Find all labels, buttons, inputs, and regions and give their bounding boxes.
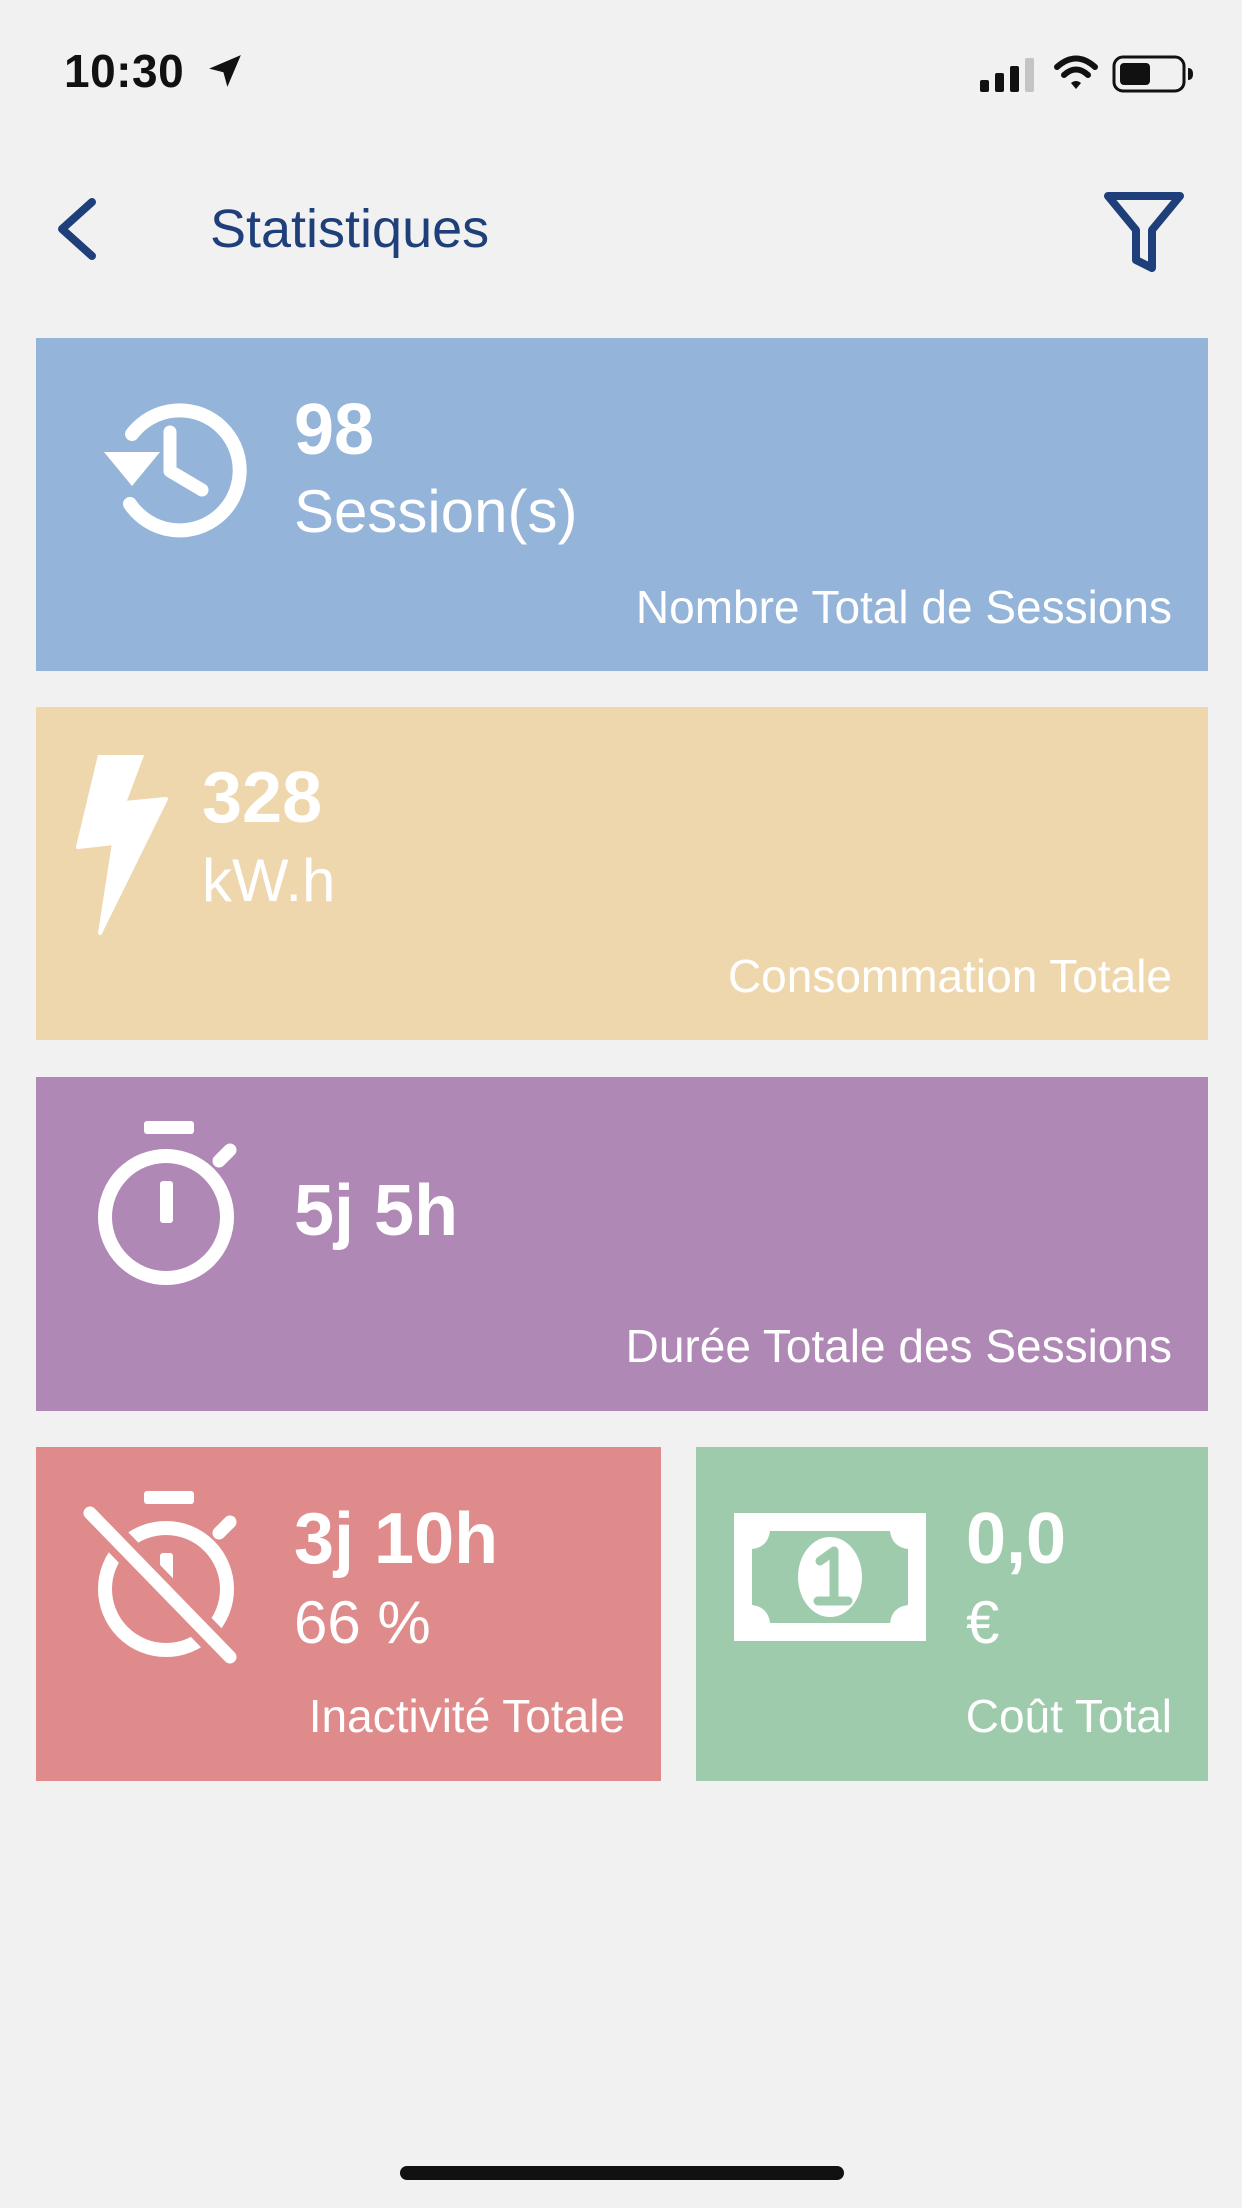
statistics-screen: 10:30 Statistiques 98 Session(s) Nombre … <box>0 0 1242 2208</box>
idle-percent: 66 % <box>294 1589 431 1656</box>
banknote-icon <box>734 1513 926 1641</box>
cost-currency: € <box>966 1589 1000 1656</box>
battery-icon <box>1112 55 1193 93</box>
history-icon <box>104 403 247 538</box>
stopwatch-off-icon <box>80 1491 244 1667</box>
cost-label: Coût Total <box>965 1690 1172 1742</box>
status-time: 10:30 <box>64 45 185 97</box>
sessions-value: 98 <box>294 390 375 470</box>
idle-card[interactable]: 3j 10h 66 % Inactivité Totale <box>36 1447 661 1781</box>
nav-bar: Statistiques <box>0 170 1242 290</box>
energy-label: Consommation Totale <box>727 950 1172 1002</box>
sessions-card[interactable]: 98 Session(s) Nombre Total de Sessions <box>36 338 1208 671</box>
energy-value: 328 <box>202 758 323 838</box>
lightning-bolt-icon <box>76 755 168 935</box>
duration-value: 5j 5h <box>294 1171 459 1251</box>
filter-button[interactable] <box>1100 186 1188 278</box>
idle-label: Inactivité Totale <box>308 1690 625 1742</box>
wifi-icon <box>1054 55 1098 89</box>
signal-icon <box>980 58 1034 92</box>
cost-value: 0,0 <box>966 1499 1067 1579</box>
home-indicator[interactable] <box>400 2166 844 2180</box>
status-bar: 10:30 <box>0 0 1242 120</box>
duration-card[interactable]: 5j 5h Durée Totale des Sessions <box>36 1077 1208 1411</box>
energy-card[interactable]: 328 kW.h Consommation Totale <box>36 707 1208 1040</box>
filter-icon <box>1104 192 1184 272</box>
sessions-label: Nombre Total de Sessions <box>635 581 1172 633</box>
energy-unit: kW.h <box>202 847 336 914</box>
stopwatch-icon <box>98 1121 237 1285</box>
cost-card[interactable]: 0,0 € Coût Total <box>696 1447 1208 1781</box>
sessions-unit: Session(s) <box>294 478 578 545</box>
location-arrow-icon <box>209 55 241 87</box>
page-title: Statistiques <box>210 199 490 259</box>
duration-label: Durée Totale des Sessions <box>625 1320 1172 1372</box>
back-button[interactable] <box>48 192 112 266</box>
chevron-left-icon <box>58 198 96 260</box>
idle-value: 3j 10h <box>294 1499 499 1579</box>
